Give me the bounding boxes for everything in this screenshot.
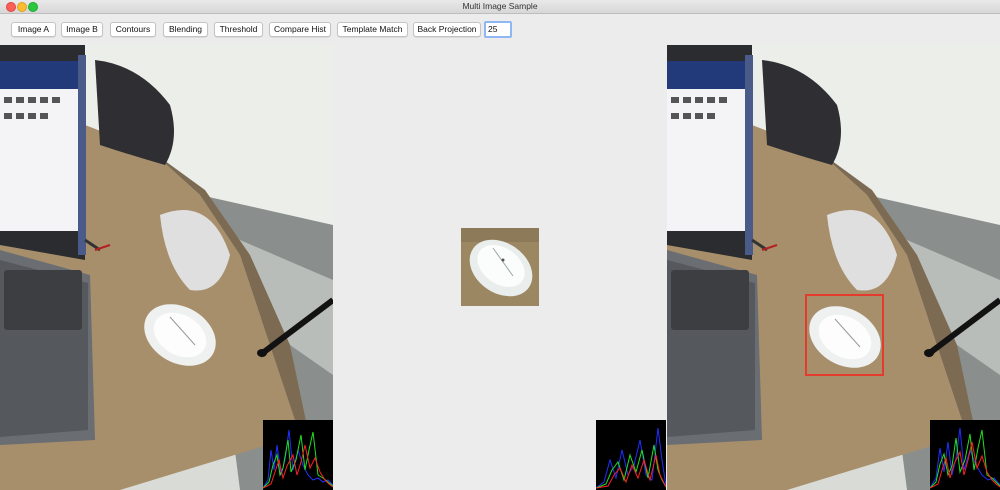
back-projection-button[interactable]: Back Projection (413, 22, 481, 37)
image-a-button[interactable]: Image A (11, 22, 56, 37)
compare-hist-button[interactable]: Compare Hist (269, 22, 331, 37)
histogram-a (263, 420, 333, 490)
template-image (461, 228, 539, 306)
histogram-result (930, 420, 1000, 490)
template-match-button[interactable]: Template Match (337, 22, 408, 37)
toolbar: Image A Image B Contours Blending Thresh… (0, 14, 1000, 44)
blending-button[interactable]: Blending (163, 22, 208, 37)
image-a-view (0, 45, 333, 490)
window-title: Multi Image Sample (462, 1, 538, 11)
image-b-button[interactable]: Image B (61, 22, 103, 37)
result-view (667, 45, 1000, 490)
window-titlebar: Multi Image Sample (0, 0, 1000, 14)
template-view (333, 45, 667, 490)
histogram-template (596, 420, 666, 490)
threshold-value-input[interactable] (484, 21, 512, 38)
threshold-button[interactable]: Threshold (214, 22, 263, 37)
contours-button[interactable]: Contours (110, 22, 156, 37)
